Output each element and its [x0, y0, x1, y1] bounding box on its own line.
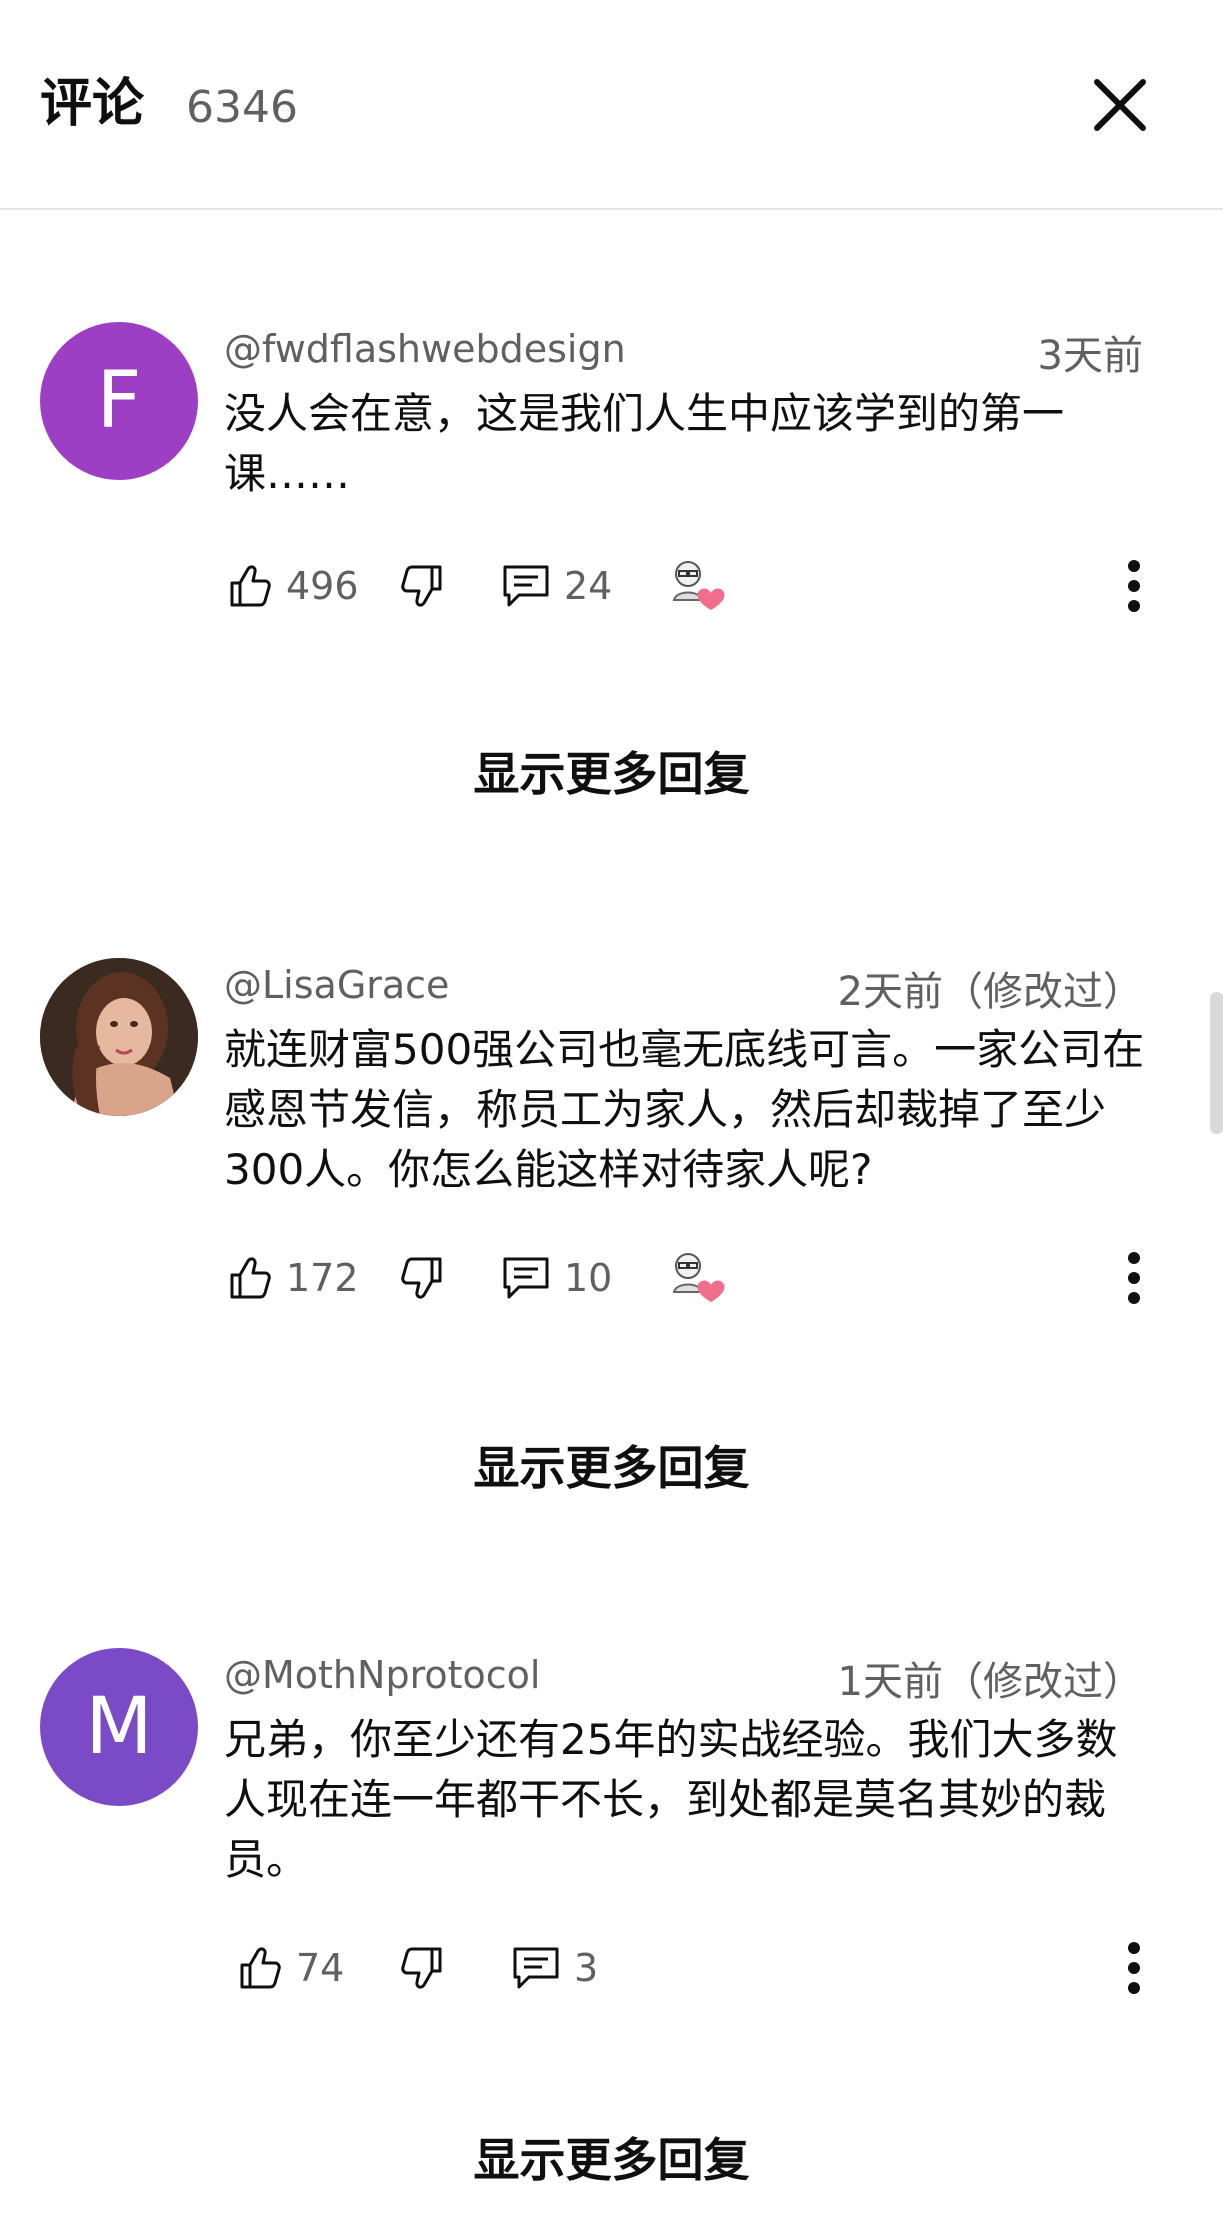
comment-text: 没人会在意，这是我们人生中应该学到的第一课…… — [224, 389, 1065, 498]
dislike-button[interactable] — [398, 1238, 448, 1318]
comment-actions: 496 24 — [224, 546, 1164, 626]
comment-time: 2天前（修改过） — [837, 969, 1143, 1015]
avatar-letter: F — [96, 356, 142, 446]
thumbs-up-icon — [240, 1947, 281, 1989]
avatar[interactable]: M — [40, 1648, 198, 1806]
like-count: 496 — [286, 564, 359, 608]
creator-heart-icon — [672, 561, 725, 610]
thumbs-up-icon — [230, 1257, 271, 1299]
thumbs-down-icon — [401, 565, 442, 607]
like-button[interactable]: 172 — [224, 1238, 359, 1318]
reply-button[interactable]: 3 — [510, 1928, 598, 2008]
comment-count: 6346 — [186, 82, 298, 133]
comment-icon — [503, 565, 549, 607]
like-button[interactable]: 74 — [234, 1928, 344, 2008]
comment-time: 3天前 — [1037, 333, 1143, 379]
comment-icon — [513, 1947, 559, 1989]
thumbs-up-icon — [230, 565, 271, 607]
vertical-dots-icon — [1128, 1942, 1140, 1994]
avatar[interactable] — [40, 958, 198, 1116]
vertical-dots-icon — [1128, 560, 1140, 612]
avatar-letter: M — [85, 1682, 153, 1772]
comment-actions: 172 10 — [224, 1238, 1164, 1318]
close-button[interactable] — [1085, 70, 1155, 140]
creator-heart-icon — [672, 1253, 725, 1302]
reply-button[interactable]: 10 — [500, 1238, 612, 1318]
show-more-replies-button[interactable]: 显示更多回复 — [0, 1440, 1223, 1496]
profile-photo-icon — [40, 958, 198, 1116]
comment-text: 就连财富500强公司也毫无底线可言。一家公司在感恩节发信，称员工为家人，然后却裁… — [224, 1025, 1145, 1194]
creator-heart-badge — [664, 552, 734, 622]
more-options-button[interactable] — [1104, 546, 1164, 626]
comments-header: 评论 6346 — [0, 0, 1223, 210]
like-count: 74 — [296, 1946, 345, 1990]
like-count: 172 — [286, 1256, 359, 1300]
comment-author[interactable]: @fwdflashwebdesign — [224, 326, 626, 372]
reply-count: 3 — [574, 1946, 599, 1990]
dislike-button[interactable] — [398, 1928, 448, 2008]
scrollbar-thumb[interactable] — [1210, 992, 1223, 1134]
comment-author[interactable]: @LisaGrace — [224, 962, 449, 1008]
close-icon — [1094, 79, 1146, 131]
more-options-button[interactable] — [1104, 1928, 1164, 2008]
comment-time: 1天前（修改过） — [837, 1659, 1143, 1705]
show-more-replies-button[interactable]: 显示更多回复 — [0, 2132, 1223, 2188]
thumbs-down-icon — [401, 1257, 442, 1299]
show-more-replies-button[interactable]: 显示更多回复 — [0, 746, 1223, 802]
thumbs-down-icon — [401, 1947, 442, 1989]
like-button[interactable]: 496 — [224, 546, 359, 626]
more-options-button[interactable] — [1104, 1238, 1164, 1318]
header-title: 评论 — [40, 74, 145, 134]
reply-button[interactable]: 24 — [500, 546, 612, 626]
reply-count: 10 — [564, 1256, 613, 1300]
comment-text: 兄弟，你至少还有25年的实战经验。我们大多数人现在连一年都干不长，到处都是莫名其… — [224, 1715, 1118, 1884]
comment-actions: 74 3 — [224, 1928, 1164, 2008]
comment-author[interactable]: @MothNprotocol — [224, 1652, 540, 1698]
creator-heart-badge — [664, 1244, 734, 1314]
dislike-button[interactable] — [398, 546, 448, 626]
reply-count: 24 — [564, 564, 613, 608]
comment-icon — [503, 1257, 549, 1299]
avatar[interactable]: F — [40, 322, 198, 480]
vertical-dots-icon — [1128, 1252, 1140, 1304]
